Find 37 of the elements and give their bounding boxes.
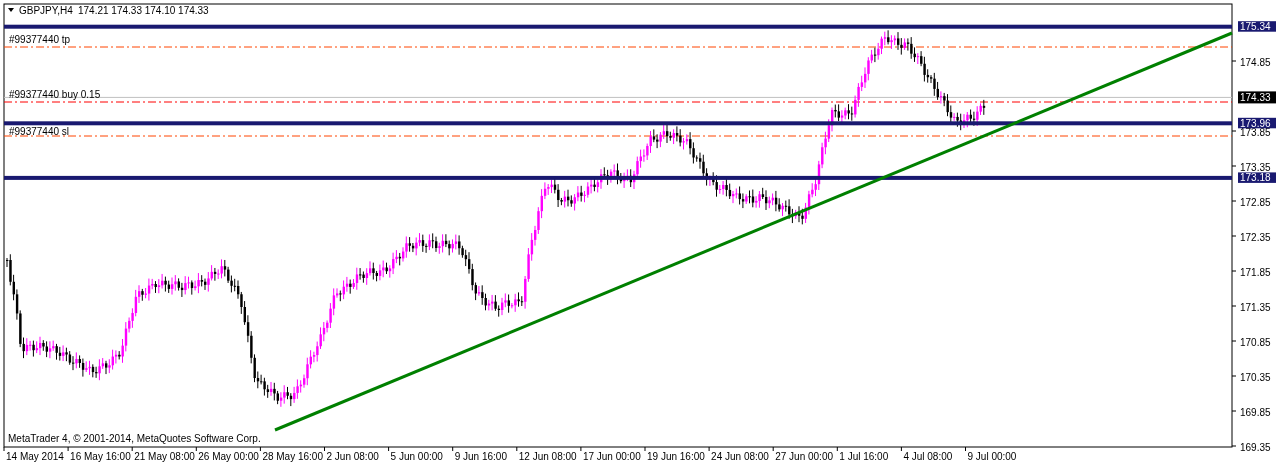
price-axis-label: 173.85: [1240, 126, 1271, 138]
chart-symbol: GBPJPY,H4: [19, 5, 73, 16]
time-axis-label: 24 Jun 08:00: [711, 451, 769, 462]
price-axis-label: 171.35: [1240, 301, 1271, 313]
time-axis-label: 17 Jun 00:00: [582, 451, 641, 462]
price-axis-label: 173.35: [1240, 161, 1271, 173]
time-axis-label: 19 Jun 16:00: [647, 451, 705, 462]
order-label: #99377440 tp: [9, 34, 71, 45]
price-axis-label: 172.35: [1240, 231, 1271, 243]
order-label: #99377440 sl: [9, 125, 70, 137]
time-axis-label: 9 Jun 16:00: [454, 451, 507, 462]
price-tag: 173.18: [1238, 172, 1276, 184]
price-tag: 175.34: [1238, 21, 1276, 33]
time-axis-label: 21 May 08:00: [134, 451, 195, 462]
time-axis-label: 4 Jul 08:00: [903, 451, 953, 462]
time-axis-label: 9 Jul 00:00: [967, 451, 1017, 462]
time-axis-label: 2 Jun 08:00: [326, 451, 379, 462]
price-axis-label: 169.85: [1240, 406, 1271, 418]
price-axis-label: 174.85: [1240, 56, 1271, 68]
time-axis-label: 27 Jun 00:00: [775, 451, 834, 462]
price-axis-label: 169.35: [1240, 441, 1271, 453]
ohlc-values: 174.21 174.33 174.10 174.33: [78, 5, 209, 16]
price-tag: 173.96: [1238, 117, 1276, 129]
time-axis-label: 28 May 16:00: [262, 451, 323, 462]
time-axis-label: 1 Jul 16:00: [839, 451, 889, 462]
price-axis-label: 172.85: [1240, 196, 1271, 208]
time-axis-label: 26 May 00:00: [198, 451, 259, 462]
time-axis-label: 14 May 2014: [6, 451, 64, 462]
time-axis-label: 5 Jun 00:00: [390, 451, 443, 462]
time-axis-label: 12 Jun 08:00: [518, 451, 577, 462]
bid-price-tag: 174.33: [1238, 91, 1276, 104]
copyright-text: MetaTrader 4, © 2001-2014, MetaQuotes Software Corp.: [8, 433, 261, 444]
price-axis-label: 171.85: [1240, 266, 1271, 278]
price-axis-label: 170.35: [1240, 371, 1271, 383]
order-label: #99377440 buy 0.15: [9, 89, 101, 100]
price-axis-label: 170.85: [1240, 336, 1271, 348]
time-axis-label: 16 May 16:00: [70, 451, 131, 462]
